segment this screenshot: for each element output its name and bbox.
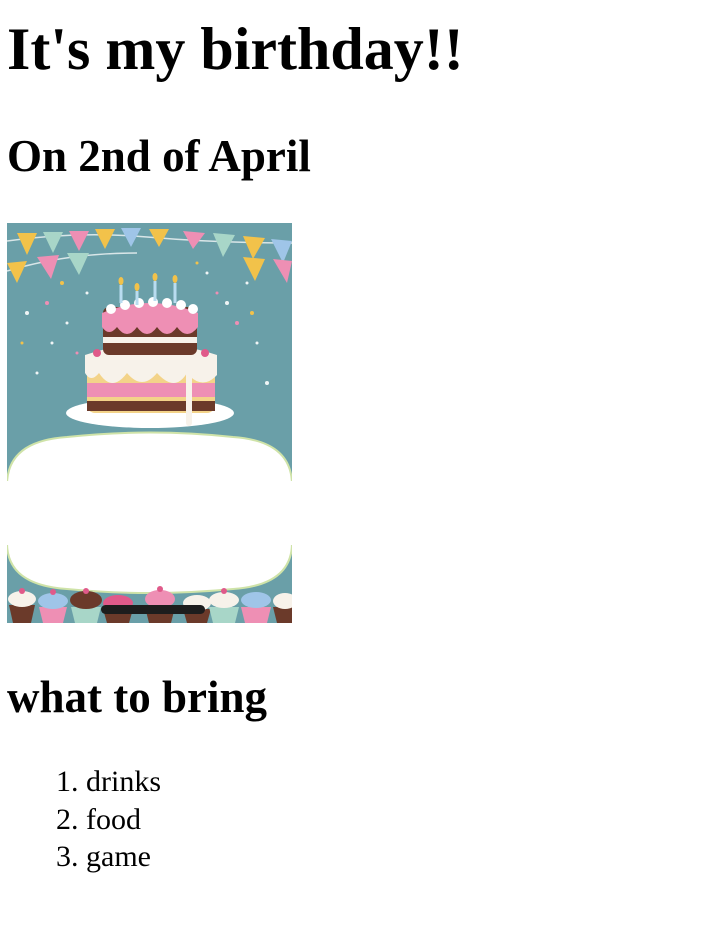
page-title: It's my birthday!! bbox=[7, 16, 464, 82]
list-item: drinks bbox=[86, 763, 161, 801]
list-item: game bbox=[86, 838, 161, 876]
invitation-image bbox=[7, 223, 292, 623]
bring-list: drinks food game bbox=[7, 763, 161, 876]
bring-heading: what to bring bbox=[7, 672, 268, 722]
list-item: food bbox=[86, 801, 161, 839]
date-heading: On 2nd of April bbox=[7, 131, 311, 181]
